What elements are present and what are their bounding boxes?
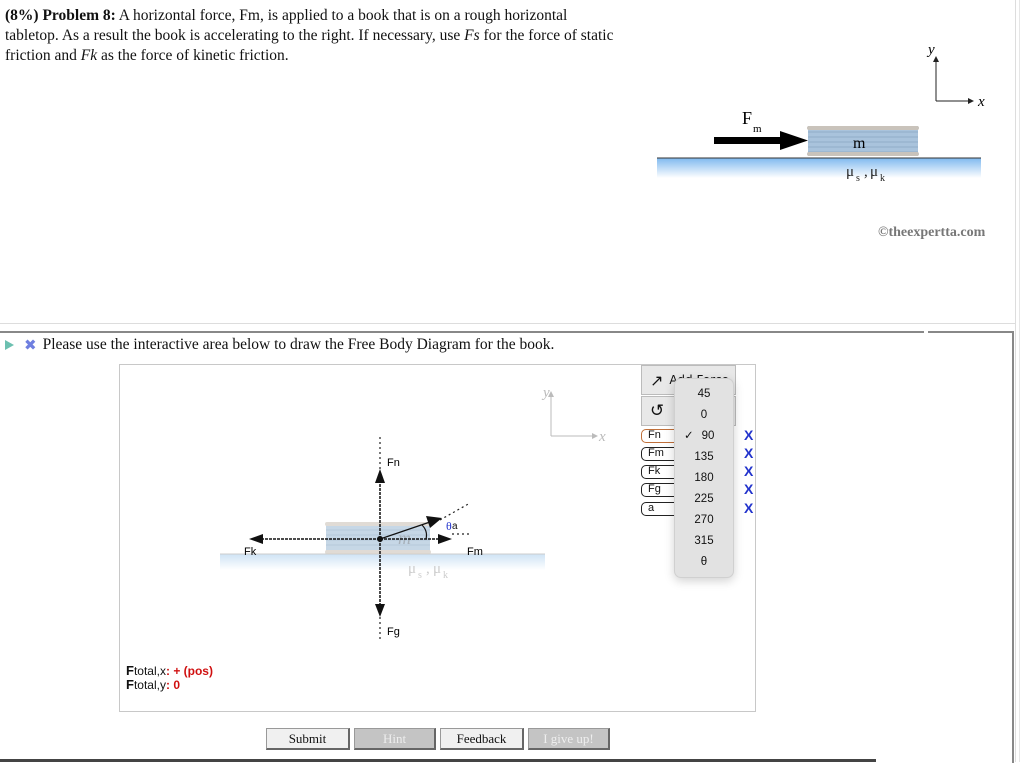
close-icon[interactable]: ✖ [24,336,37,354]
total-x-value: + (pos) [173,664,213,678]
svg-text:x: x [598,429,606,445]
axis-y-label: y [926,42,935,58]
problem-figure: y x m F m μ s , μ k [657,42,985,184]
vector-label-a: a [452,521,458,532]
delete-vector-icon[interactable]: X [744,445,753,461]
mass-label: m [853,135,866,152]
instruction-text: Please use the interactive area below to… [42,336,555,353]
angle-option-selected[interactable]: ✓ 90 [675,426,733,446]
angle-option[interactable]: 180 [675,468,733,488]
angle-option[interactable]: 225 [675,489,733,509]
svg-text:μ: μ [408,561,416,577]
svg-text:s: s [418,570,422,581]
axis-icon: y x [926,42,985,110]
copyright-text: ©theexpertta.com [878,225,986,240]
page-border [1015,0,1016,762]
checkmark-icon: ✓ [684,430,694,442]
fbd-canvas[interactable]: y x m μ s , μ k Fn Fg Fk Fm θ a [119,364,641,712]
angle-dropdown-menu[interactable]: 45 0 ✓ 90 135 180 225 270 315 θ [674,378,734,578]
vector-label-fk: Fk [244,546,257,558]
total-x-row: Ftotal,x: + (pos) [126,663,213,678]
give-up-button[interactable]: I give up! [528,728,610,750]
svg-text:k: k [443,570,448,581]
svg-text:,: , [864,164,868,180]
page-border [1019,0,1020,762]
submit-button[interactable]: Submit [266,728,350,750]
hint-button[interactable]: Hint [354,728,436,750]
angle-option[interactable]: 45 [675,384,733,404]
total-y-value: 0 [173,678,180,692]
delete-vector-icon[interactable]: X [744,427,753,443]
undo-icon: ↺ [650,401,665,421]
svg-text:F: F [742,108,752,128]
svg-text:y: y [541,385,550,401]
problem-statement: (8%) Problem 8: A horizontal force, Fm, … [5,7,614,64]
fbd-drawing[interactable]: y x m μ s , μ k Fn Fg Fk Fm θ a [120,365,640,711]
tabletop [220,554,545,570]
applied-force-arrow: F m [714,108,808,150]
svg-text:s: s [856,173,860,184]
angle-option[interactable]: 0 [675,405,733,425]
svg-text:,: , [426,561,430,577]
vector-label-fm: Fm [467,546,483,558]
problem-percent: (8%) [5,7,39,24]
delete-vector-icon[interactable]: X [744,463,753,479]
vector-label-fg: Fg [387,626,400,638]
svg-text:k: k [880,173,885,184]
total-y-row: Ftotal,y: 0 [126,677,180,692]
tabletop [657,158,981,178]
angle-option[interactable]: θ [675,552,733,572]
svg-text:μ: μ [433,561,441,577]
angle-option[interactable]: 270 [675,510,733,530]
svg-text:μ: μ [870,164,878,180]
angle-option[interactable]: 135 [675,447,733,467]
svg-text:m: m [753,123,762,135]
problem-number: Problem 8: [42,7,116,24]
book: m [807,126,919,156]
vector-label-fn: Fn [387,457,400,469]
delete-vector-icon[interactable]: X [744,500,753,516]
axis-x-label: x [977,94,985,110]
angle-option[interactable]: 315 [675,531,733,551]
play-icon[interactable] [5,340,14,350]
instruction-row: ✖ Please use the interactive area below … [5,336,554,354]
separator [0,323,1015,324]
svg-text:μ: μ [846,164,854,180]
origin-point[interactable] [377,536,383,542]
net-force-totals: Ftotal,x: + (pos) Ftotal,y: 0 [126,664,213,692]
arrow-icon: ↗ [650,370,664,390]
feedback-button[interactable]: Feedback [440,728,524,750]
delete-vector-icon[interactable]: X [744,481,753,497]
axis-icon: y x [541,385,606,445]
